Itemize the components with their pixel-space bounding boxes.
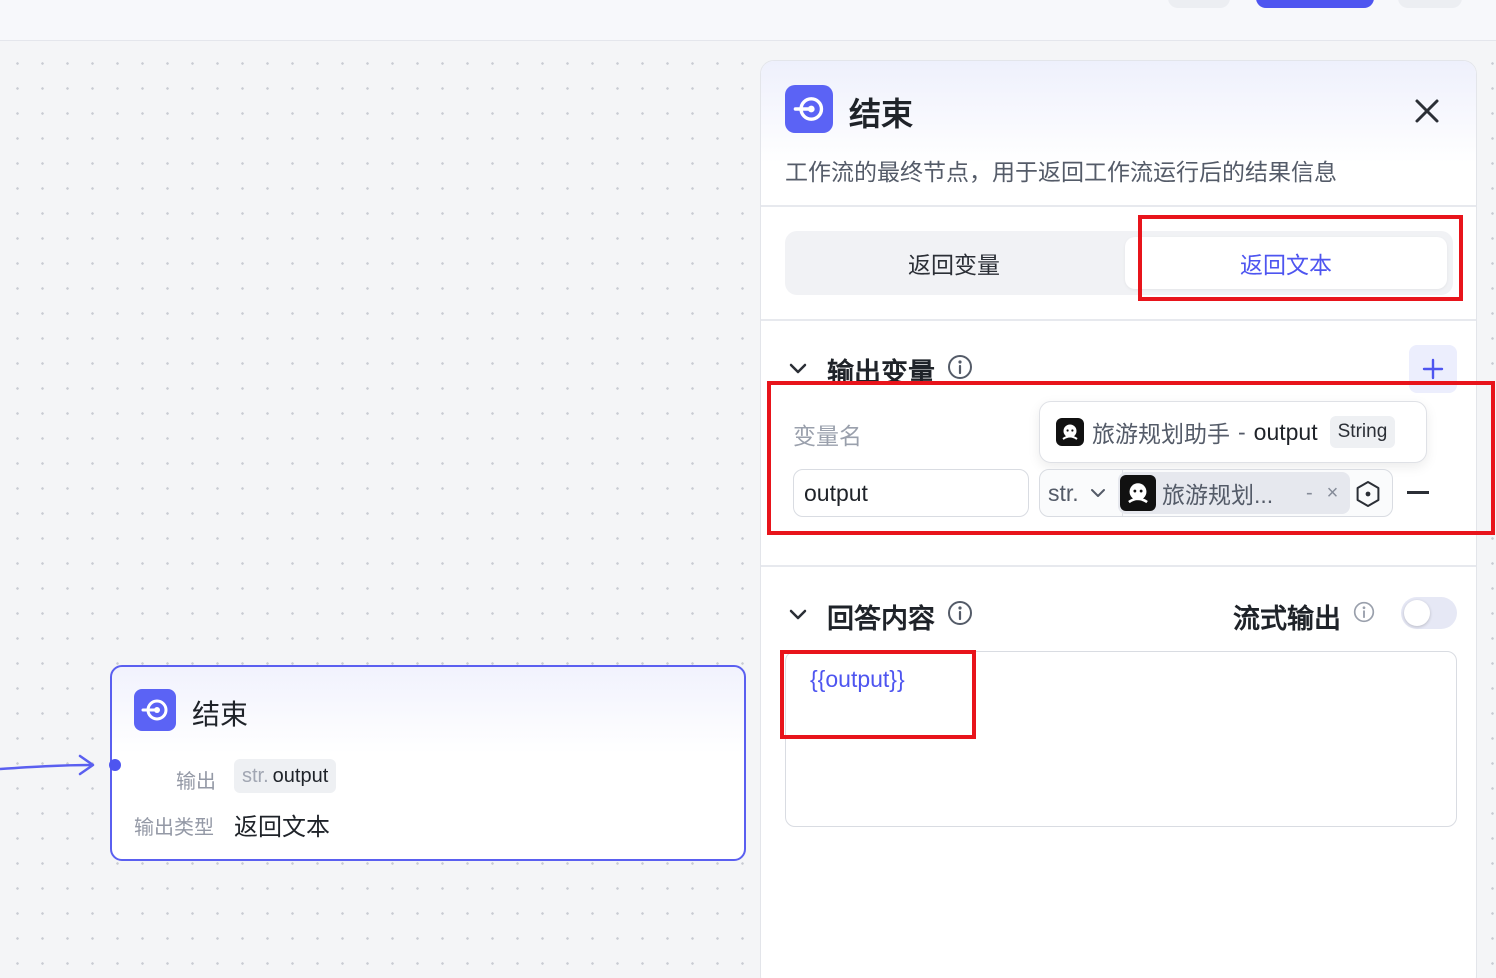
- end-node-icon: [785, 85, 833, 133]
- return-mode-tabs: 返回变量 返回文本: [785, 231, 1453, 295]
- header-button-secondary[interactable]: [1168, 0, 1230, 8]
- node-title: 结束: [192, 699, 249, 730]
- divider: [761, 205, 1476, 207]
- type-select-value: str.: [1048, 479, 1079, 506]
- answer-content-text: {{output}}: [810, 666, 905, 692]
- variable-picker-icon[interactable]: [1354, 480, 1382, 508]
- reference-tooltip: 旅游规划助手 - output String: [1039, 401, 1427, 463]
- chevron-down-icon[interactable]: [787, 357, 809, 379]
- panel-header: 结束 工作流的最终节点，用于返回工作流运行后的结果信息: [761, 61, 1476, 207]
- node-settings-panel: 结束 工作流的最终节点，用于返回工作流运行后的结果信息 返回变量 返回文本 输出…: [760, 60, 1477, 978]
- stream-output-toggle[interactable]: [1401, 597, 1457, 629]
- type-select[interactable]: str.: [1040, 470, 1123, 516]
- tooltip-separator: -: [1238, 418, 1246, 445]
- plus-icon: [1422, 358, 1444, 380]
- tooltip-source: 旅游规划助手: [1092, 421, 1230, 447]
- tooltip-variable: output: [1253, 418, 1318, 445]
- divider: [761, 319, 1476, 321]
- toggle-knob: [1404, 600, 1430, 626]
- tooltip-type-tag: String: [1329, 416, 1396, 448]
- info-icon[interactable]: [947, 600, 973, 626]
- header-button-more[interactable]: [1398, 0, 1462, 8]
- add-variable-button[interactable]: [1409, 345, 1457, 393]
- clear-reference-icon[interactable]: ×: [1327, 482, 1339, 505]
- info-icon[interactable]: [1353, 601, 1375, 623]
- header-button-primary[interactable]: [1256, 0, 1374, 8]
- reference-chip[interactable]: 旅游规划... - ×: [1118, 472, 1350, 514]
- variable-name-input[interactable]: [793, 469, 1029, 517]
- tab-return-variable[interactable]: 返回变量: [791, 237, 1117, 289]
- node-output-kind-value: 返回文本: [234, 814, 330, 841]
- node-output-type: str.: [242, 764, 269, 787]
- remove-variable-button[interactable]: [1407, 491, 1429, 494]
- reference-label: 旅游规划...: [1162, 482, 1274, 508]
- chevron-down-icon: [1090, 489, 1105, 497]
- answer-content-editor[interactable]: {{output}}: [785, 651, 1457, 827]
- answer-section-title: 回答内容: [827, 604, 935, 634]
- reference-dash: -: [1306, 481, 1313, 504]
- incoming-edge: [0, 754, 95, 776]
- panel-description: 工作流的最终节点，用于返回工作流运行后的结果信息: [785, 159, 1337, 185]
- divider: [761, 565, 1476, 567]
- node-input-handle[interactable]: [109, 759, 121, 771]
- stream-output-label: 流式输出: [1233, 604, 1341, 634]
- node-output-kind-label: 输出类型: [134, 817, 214, 839]
- node-output-name: output: [272, 764, 329, 787]
- variable-reference-field: str. 旅游规划... - ×: [1039, 469, 1393, 517]
- end-node-icon: [134, 689, 176, 731]
- node-output-chip: str. output: [234, 759, 337, 793]
- node-output-label: 输出: [176, 771, 216, 793]
- chevron-down-icon[interactable]: [787, 603, 809, 625]
- output-section-title: 输出变量: [827, 358, 935, 388]
- info-icon[interactable]: [947, 354, 973, 380]
- variable-name-label: 变量名: [793, 423, 862, 449]
- close-icon[interactable]: [1411, 95, 1443, 127]
- tab-return-text[interactable]: 返回文本: [1125, 237, 1447, 289]
- end-node[interactable]: 结束 输出 str. output 输出类型 返回文本: [109, 665, 746, 861]
- bot-avatar-icon: [1120, 475, 1156, 511]
- top-header: [0, 0, 1496, 41]
- bot-avatar-icon: [1056, 418, 1084, 446]
- panel-title: 结束: [849, 96, 914, 132]
